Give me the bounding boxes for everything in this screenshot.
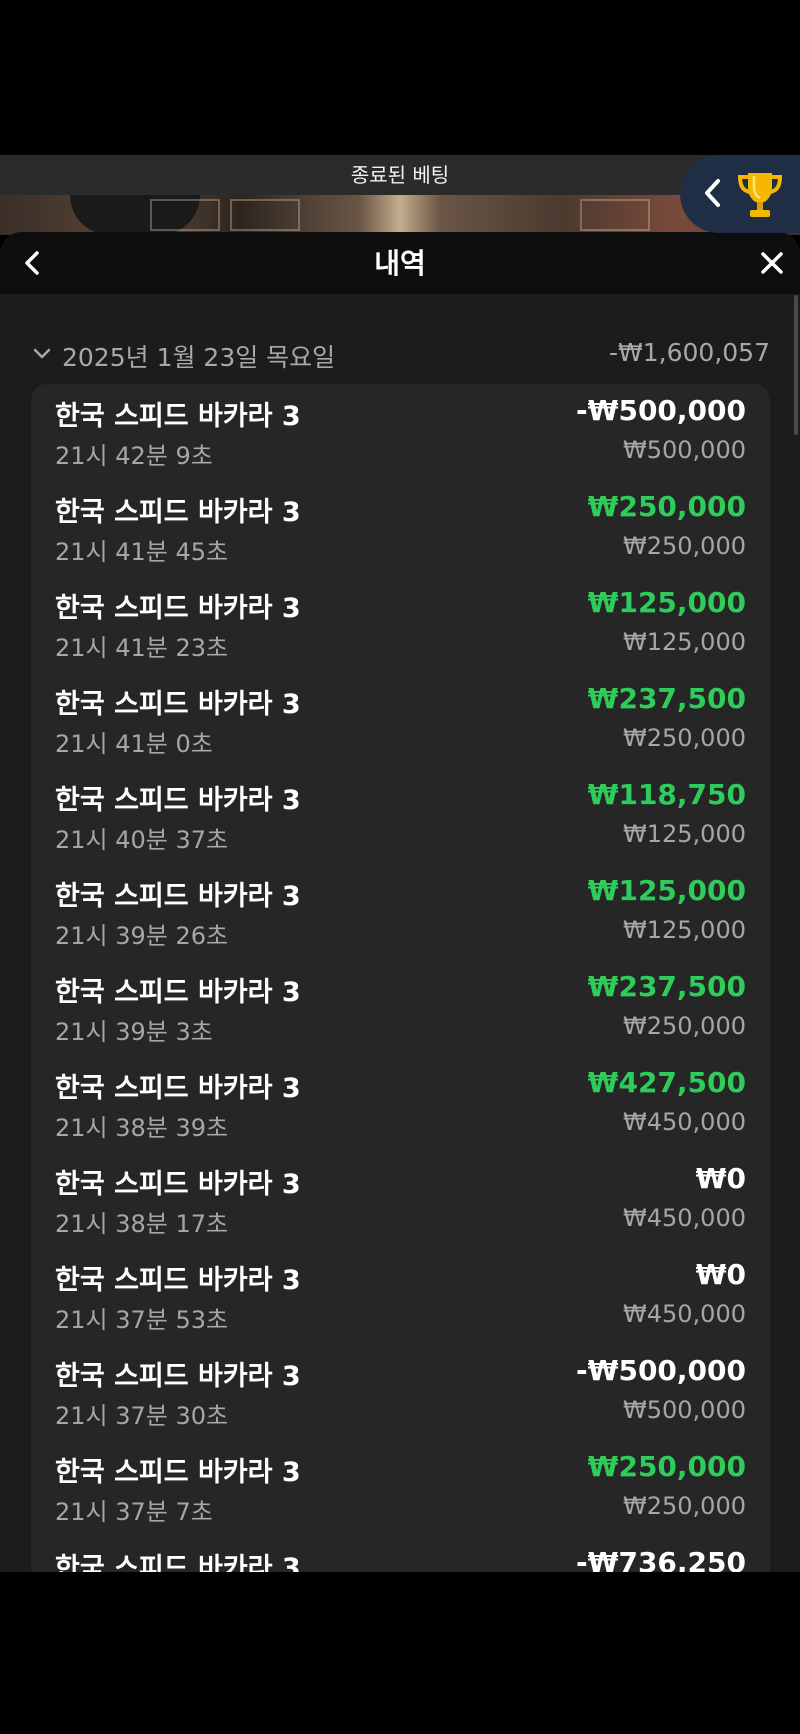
bet-row[interactable]: 한국 스피드 바카라 3 21시 39분 3초 ₩237,500 ₩250,000 — [31, 960, 770, 1056]
close-button[interactable] — [756, 246, 788, 280]
bet-result: ₩250,000 — [587, 1450, 746, 1483]
window-lattice — [150, 199, 220, 231]
trophy-icon — [737, 173, 783, 217]
history-sheet: 내역 2025년 1월 23일 목요일 -₩1,600,057 한국 스피드 바… — [0, 232, 800, 1572]
bet-stake: ₩125,000 — [623, 628, 746, 656]
screen: 종료된 베팅 내역 2025년 1월 23일 목요일 -₩1,600,057 한… — [0, 0, 800, 1734]
bet-row[interactable]: 한국 스피드 바카라 3 21시 37분 30초 -₩500,000 ₩500,000 — [31, 1344, 770, 1440]
game-name: 한국 스피드 바카라 3 — [55, 1169, 301, 1200]
bet-row[interactable]: 한국 스피드 바카라 3 21시 41분 45초 ₩250,000 ₩250,000 — [31, 480, 770, 576]
game-name: 한국 스피드 바카라 3 — [55, 881, 301, 912]
bet-stake: ₩500,000 — [623, 1396, 746, 1424]
game-name: 한국 스피드 바카라 3 — [55, 497, 301, 528]
game-name: 한국 스피드 바카라 3 — [55, 977, 301, 1008]
bet-time: 21시 37분 53초 — [55, 1306, 229, 1334]
bet-stake: ₩125,000 — [623, 916, 746, 944]
bet-time: 21시 39분 3초 — [55, 1018, 213, 1046]
chevron-left-icon — [705, 179, 720, 207]
sheet-title: 내역 — [374, 247, 426, 280]
game-name: 한국 스피드 바카라 3 — [55, 1361, 301, 1392]
bet-row[interactable]: 한국 스피드 바카라 3 21시 37분 7초 ₩250,000 ₩250,000 — [31, 1440, 770, 1536]
trophy-button[interactable] — [680, 155, 800, 233]
game-name: 한국 스피드 바카라 3 — [55, 401, 301, 432]
bet-stake: ₩450,000 — [623, 1204, 746, 1232]
bet-stake: ₩250,000 — [623, 1012, 746, 1040]
bet-result: ₩237,500 — [587, 970, 746, 1003]
bet-time: 21시 39분 26초 — [55, 922, 229, 950]
bet-stake: ₩250,000 — [623, 724, 746, 752]
scrollbar[interactable] — [794, 295, 798, 435]
bet-row[interactable]: 한국 스피드 바카라 3 -₩736,250 — [31, 1536, 770, 1572]
bet-result: -₩500,000 — [575, 394, 746, 427]
bet-list: 한국 스피드 바카라 3 21시 42분 9초 -₩500,000 ₩500,000 한… — [31, 384, 770, 1572]
bet-result: ₩118,750 — [587, 778, 746, 811]
game-name: 한국 스피드 바카라 3 — [55, 1457, 301, 1488]
bet-time: 21시 37분 7초 — [55, 1498, 213, 1526]
bet-row[interactable]: 한국 스피드 바카라 3 21시 41분 0초 ₩237,500 ₩250,000 — [31, 672, 770, 768]
bet-stake: ₩125,000 — [623, 820, 746, 848]
game-name: 한국 스피드 바카라 3 — [55, 1553, 301, 1572]
bet-row[interactable]: 한국 스피드 바카라 3 21시 37분 53초 ₩0 ₩450,000 — [31, 1248, 770, 1344]
date-total: -₩1,600,057 — [609, 338, 770, 367]
bet-result: ₩0 — [695, 1258, 746, 1291]
bet-result: ₩250,000 — [587, 490, 746, 523]
bet-stake: ₩250,000 — [623, 1492, 746, 1520]
date-group-header[interactable]: 2025년 1월 23일 목요일 -₩1,600,057 — [30, 336, 770, 372]
sheet-header: 내역 — [0, 232, 800, 294]
bet-time: 21시 38분 39초 — [55, 1114, 229, 1142]
bet-time: 21시 40분 37초 — [55, 826, 229, 854]
bet-row[interactable]: 한국 스피드 바카라 3 21시 40분 37초 ₩118,750 ₩125,000 — [31, 768, 770, 864]
bet-stake: ₩500,000 — [623, 436, 746, 464]
bet-time: 21시 41분 45초 — [55, 538, 229, 566]
window-lattice — [230, 199, 300, 231]
window-lattice — [580, 199, 650, 231]
bet-result: ₩237,500 — [587, 682, 746, 715]
bet-time: 21시 42분 9초 — [55, 442, 213, 470]
game-name: 한국 스피드 바카라 3 — [55, 593, 301, 624]
bet-stake: ₩450,000 — [623, 1300, 746, 1328]
date-label: 2025년 1월 23일 목요일 — [62, 343, 336, 372]
bet-time: 21시 37분 30초 — [55, 1402, 229, 1430]
bet-row[interactable]: 한국 스피드 바카라 3 21시 39분 26초 ₩125,000 ₩125,000 — [31, 864, 770, 960]
bet-time: 21시 41분 23초 — [55, 634, 229, 662]
game-name: 한국 스피드 바카라 3 — [55, 689, 301, 720]
bet-row[interactable]: 한국 스피드 바카라 3 21시 38분 17초 ₩0 ₩450,000 — [31, 1152, 770, 1248]
bet-result: -₩500,000 — [575, 1354, 746, 1387]
bet-result: ₩0 — [695, 1162, 746, 1195]
bet-result: ₩427,500 — [587, 1066, 746, 1099]
bet-result: ₩125,000 — [587, 874, 746, 907]
game-name: 한국 스피드 바카라 3 — [55, 785, 301, 816]
bet-time: 21시 41분 0초 — [55, 730, 213, 758]
bet-stake: ₩450,000 — [623, 1108, 746, 1136]
bet-row[interactable]: 한국 스피드 바카라 3 21시 38분 39초 ₩427,500 ₩450,000 — [31, 1056, 770, 1152]
bet-row[interactable]: 한국 스피드 바카라 3 21시 41분 23초 ₩125,000 ₩125,000 — [31, 576, 770, 672]
bet-row[interactable]: 한국 스피드 바카라 3 21시 42분 9초 -₩500,000 ₩500,000 — [31, 384, 770, 480]
bet-stake: ₩250,000 — [623, 532, 746, 560]
game-name: 한국 스피드 바카라 3 — [55, 1265, 301, 1296]
bet-result: ₩125,000 — [587, 586, 746, 619]
game-name: 한국 스피드 바카라 3 — [55, 1073, 301, 1104]
bet-result: -₩736,250 — [575, 1546, 746, 1572]
topbar-title: 종료된 베팅 — [350, 163, 450, 187]
bet-time: 21시 38분 17초 — [55, 1210, 229, 1238]
chevron-down-icon — [33, 348, 51, 359]
